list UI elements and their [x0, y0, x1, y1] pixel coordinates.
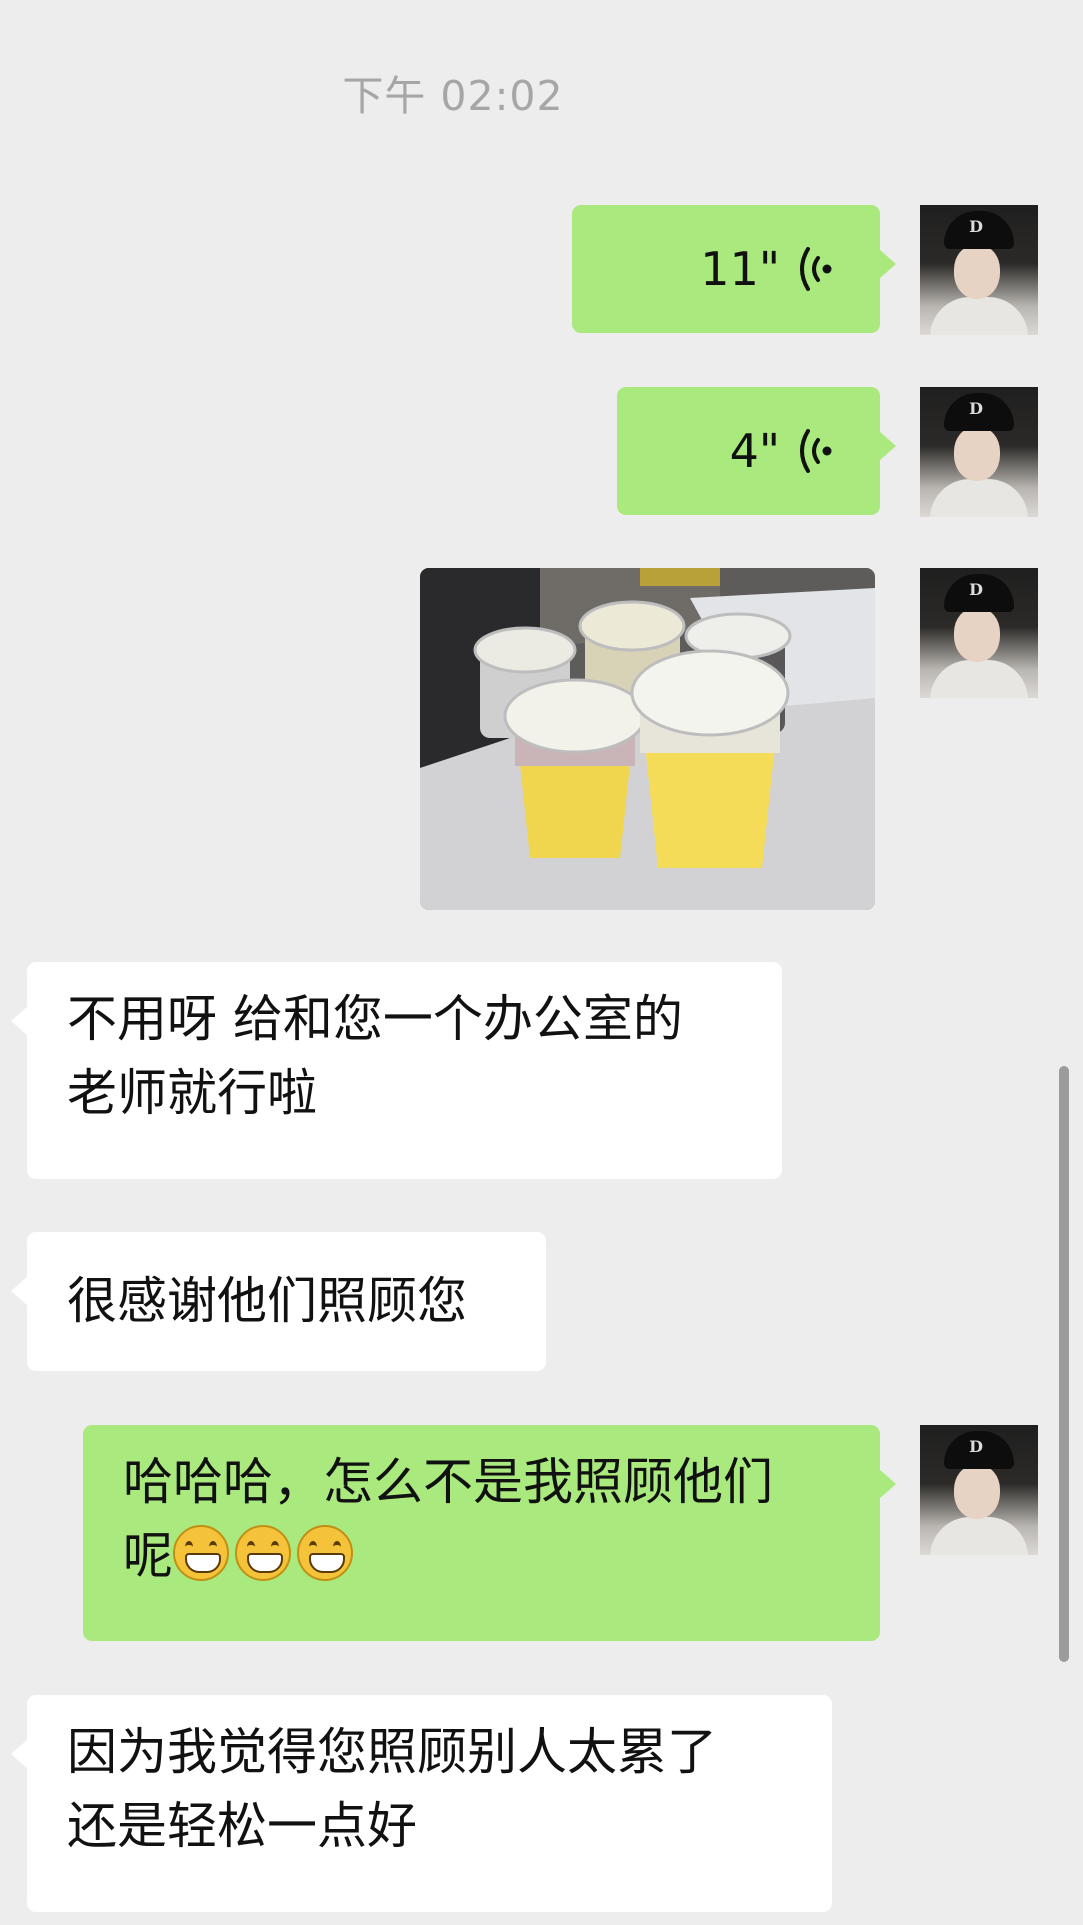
- voice-message-bubble[interactable]: 4": [617, 387, 896, 515]
- voice-message-bubble[interactable]: 11": [572, 205, 896, 333]
- received-message-bubble[interactable]: 很感谢他们照顾您: [11, 1232, 546, 1371]
- avatar-face: [954, 608, 1000, 662]
- received-message-bubble[interactable]: 因为我觉得您照顾别人太累了 还是轻松一点好: [11, 1695, 832, 1912]
- avatar-collar: [930, 479, 1028, 517]
- received-message-bubble[interactable]: 不用呀 给和您一个办公室的 老师就行啦: [11, 962, 782, 1179]
- avatar-face: [954, 427, 1000, 481]
- avatar-collar: [930, 1517, 1028, 1555]
- sent-message-bubble[interactable]: 哈哈哈，怎么不是我照顾他们 呢: [83, 1425, 896, 1641]
- avatar-cap-logo: D: [969, 217, 983, 236]
- avatar-cap-logo: D: [969, 399, 983, 418]
- avatar-face: [954, 245, 1000, 299]
- avatar-collar: [930, 297, 1028, 335]
- avatar-face: [954, 1465, 1000, 1519]
- message-line: 哈哈哈，怎么不是我照顾他们: [123, 1453, 773, 1511]
- message-line: 还是轻松一点好: [67, 1797, 417, 1855]
- photo-drinks-on-desk: [420, 568, 875, 910]
- avatar-cap-logo: D: [969, 580, 983, 599]
- grin-emoji: [297, 1525, 353, 1581]
- voice-wave-icon: [800, 429, 832, 473]
- voice-wave-icon: [800, 247, 832, 291]
- chat-timestamp: 下午 02:02: [342, 72, 564, 120]
- avatar[interactable]: D: [920, 568, 1038, 698]
- message-line: 老师就行啦: [67, 1064, 317, 1122]
- avatar[interactable]: D: [920, 205, 1038, 335]
- message-line: 不用呀 给和您一个办公室的: [67, 990, 683, 1048]
- message-text: 呢: [123, 1527, 173, 1585]
- image-message[interactable]: [420, 568, 875, 910]
- grin-emoji: [173, 1525, 229, 1581]
- avatar[interactable]: D: [920, 387, 1038, 517]
- avatar[interactable]: D: [920, 1425, 1038, 1555]
- message-line-with-emoji: 呢: [123, 1519, 880, 1593]
- scrollbar[interactable]: [1059, 1066, 1069, 1662]
- grin-emoji: [235, 1525, 291, 1581]
- voice-duration: 11": [700, 242, 780, 296]
- avatar-cap-logo: D: [969, 1437, 983, 1456]
- message-line: 因为我觉得您照顾别人太累了: [67, 1723, 717, 1781]
- message-line: 很感谢他们照顾您: [67, 1272, 467, 1330]
- avatar-collar: [930, 660, 1028, 698]
- voice-duration: 4": [729, 424, 780, 478]
